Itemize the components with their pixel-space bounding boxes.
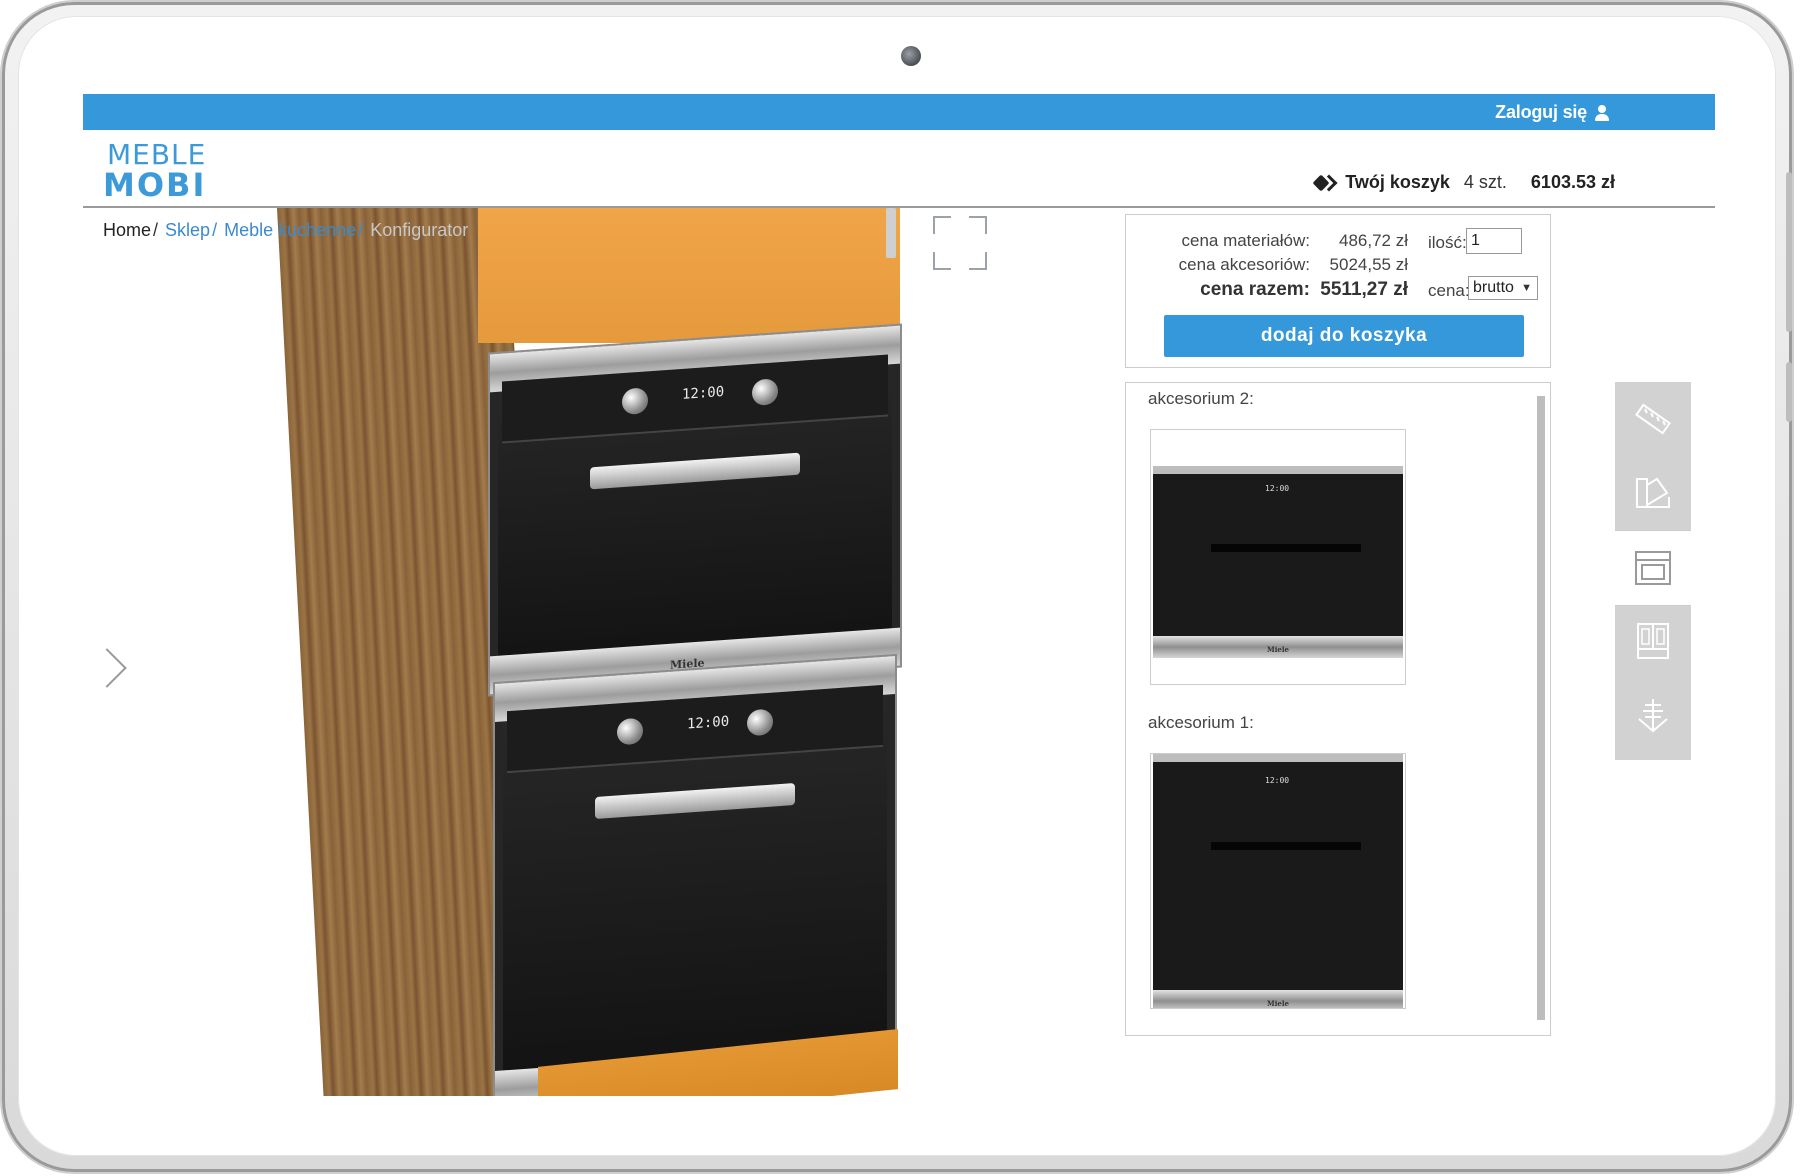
accessory-2-label: akcesorium 2: [1148,389,1254,408]
knob-icon [617,717,643,746]
tool-dimensions[interactable] [1615,382,1691,456]
user-icon[interactable] [1595,104,1609,121]
thumb-brand: Miele [1267,645,1289,654]
accessory-1-label: akcesorium 1: [1148,713,1254,732]
top-bar: Zaloguj się [83,94,1715,130]
price-box: cena materiałów: 486,72 zł cena akcesori… [1125,214,1551,368]
oven-icon [1635,551,1671,585]
thumb-clock: 12:00 [1265,484,1290,493]
accessory-2-oven-image: 12:00 Miele [1153,466,1403,658]
side-button-small [1786,362,1792,422]
cart-total: 6103.53 zł [1530,172,1615,192]
caret-down-icon: ▼ [1521,282,1532,294]
handle-icon [1638,699,1668,733]
breadcrumb-shop[interactable]: Sklep [165,220,210,240]
quantity-label: ilość: [1428,233,1467,252]
login-label[interactable]: Zaloguj się [1495,102,1587,123]
cabinet-fronts-icon [1637,623,1669,659]
price-type-select[interactable]: brutto ▼ [1468,276,1538,300]
tool-colors[interactable] [1615,456,1691,530]
tags-icon [1315,175,1335,191]
camera-icon [901,46,921,66]
logo-bottom-text: MOBI [103,166,207,204]
breadcrumb-current: Konfigurator [370,220,469,240]
thumb-handle [1211,842,1361,850]
cart-count: 4 szt. [1463,172,1507,192]
logo[interactable]: MEBLE MOBI [103,138,213,204]
accessory-2-thumbnail[interactable]: 12:00 Miele [1150,429,1406,685]
side-button [1786,172,1792,332]
accessories-scrollbar[interactable] [1537,396,1545,1020]
tool-fronts[interactable] [1615,604,1691,678]
collapse-icon[interactable] [969,252,987,270]
cart-summary[interactable]: Twój koszyk 4 szt. 6103.53 zł [1315,172,1615,193]
breadcrumb: Home / Sklep / Meble kuchenne / Konfigurato… [103,220,469,240]
knob-icon [622,387,648,416]
collapse-icon[interactable] [933,252,951,270]
site-header: MEBLE MOBI Twój koszyk 4 szt. 6103.53 zł [83,130,1715,208]
materials-value: 486,72 zł [1339,231,1408,250]
accessories-value: 5024,55 zł [1329,255,1408,274]
accessory-1-thumbnail[interactable]: 12:00 Miele [1150,753,1406,1009]
color-palette-icon [1636,477,1670,508]
cart-title[interactable]: Twój koszyk [1345,172,1450,193]
knob-icon [747,708,773,737]
total-value: 5511,27 zł [1320,279,1408,300]
tool-appliances[interactable] [1615,530,1691,606]
tool-sidebar [1615,382,1691,760]
expand-icon[interactable] [969,216,987,234]
3d-preview[interactable]: 12:00 Miele 12:00 Miele Home/ Sklep/ Meb… [83,208,1133,1096]
total-label: cena razem: [1200,279,1310,300]
login-link[interactable]: Zaloguj się [1495,102,1609,123]
ruler-icon [1635,403,1671,435]
breadcrumb-category[interactable]: Meble kuchenne [224,220,356,240]
breadcrumb-home[interactable]: Home [103,220,151,240]
chevron-right-icon[interactable] [93,648,119,688]
add-to-cart-button[interactable]: dodaj do koszyka [1164,315,1524,357]
materials-label: cena materiałów: [1181,231,1310,250]
oven-handle [590,452,800,490]
quantity-input[interactable]: 1 [1466,228,1522,254]
thumb-handle [1211,544,1361,552]
accessory-1-oven-image: 12:00 Miele [1153,754,1403,1008]
cabinet-handle [886,208,896,258]
view-controls [933,216,989,272]
cabinet-front-top [478,208,900,343]
oven-handle [595,783,795,819]
thumb-brand: Miele [1267,999,1289,1008]
oven-upper[interactable]: 12:00 Miele [488,323,902,697]
app-screen: Zaloguj się MEBLE MOBI Twój koszyk 4 szt… [83,94,1715,1096]
oven-clock: 12:00 [687,713,730,733]
tool-handles[interactable] [1615,678,1691,752]
accessories-panel: akcesorium 2: 12:00 Miele akcesorium 1: … [1125,382,1551,1036]
oven-clock: 12:00 [682,383,725,403]
oven-lower[interactable]: 12:00 Miele [493,653,897,1096]
price-type-label: cena: [1428,281,1470,300]
thumb-clock: 12:00 [1265,776,1290,785]
price-type-value: brutto [1473,279,1514,296]
accessories-label: cena akcesoriów: [1178,255,1310,274]
knob-icon [752,378,778,407]
expand-icon[interactable] [933,216,951,234]
